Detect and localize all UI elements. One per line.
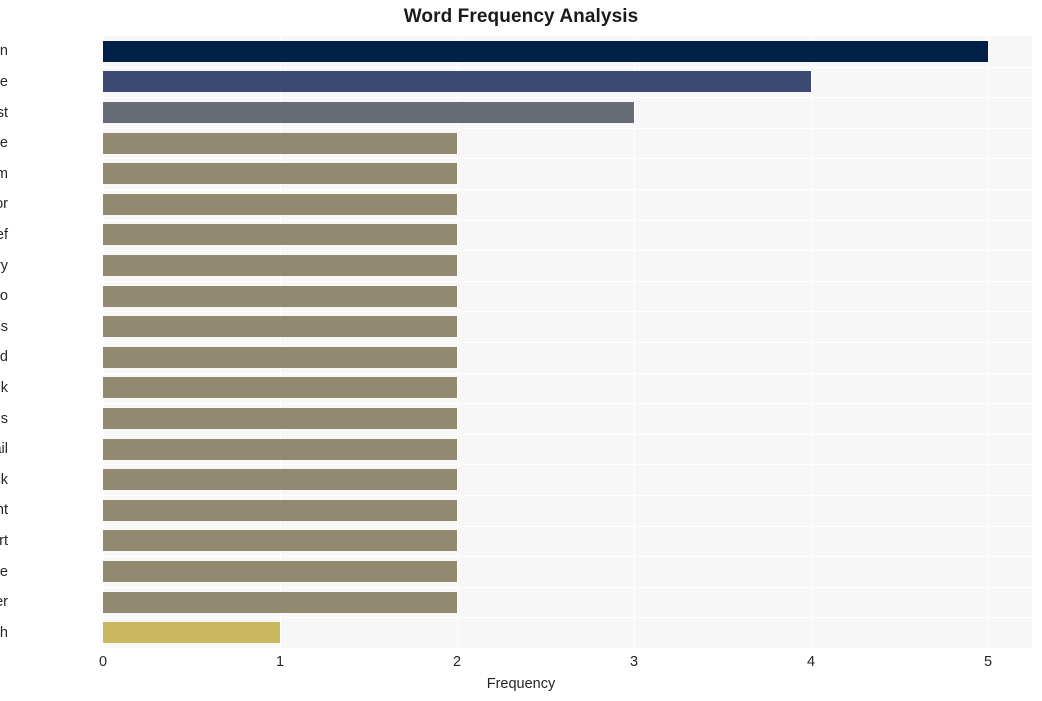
y-axis-tick-label: parent [0,502,8,519]
y-axis-tick-label: thank [0,379,8,396]
y-axis-tick-label: preferences [0,410,8,427]
y-axis-tick-label: hash [0,624,8,641]
y-axis-tick-label: test [0,104,8,121]
x-axis-tick-label: 4 [806,654,816,670]
x-axis-tick-label: 2 [452,654,462,670]
x-axis-tick-label: 0 [98,654,108,670]
y-axis-tick-label: nameberry [0,257,8,274]
x-axis-tick-label: 5 [983,654,993,670]
y-axis-tick-label: sign [0,43,8,60]
y-axis-tick-label: business [0,318,8,335]
x-axis: 0 1 2 3 4 5 Frequency [0,648,1042,701]
x-axis-tick-label: 3 [629,654,639,670]
y-axis-tick-label: read [0,349,8,366]
y-axis-tick-label: kihm [0,165,8,182]
y-axis-tick-label: start [0,532,8,549]
chart-figure: Word Frequency Analysis sign name test soph… [0,0,1042,701]
y-axis-tick-label: name [0,73,8,90]
x-axis-tick-label: 1 [275,654,285,670]
y-axis-tick-label: see [0,563,8,580]
y-axis-tick-label: ceo [0,288,8,305]
y-axis-tick-label: sophie [0,135,8,152]
y-axis-tick-label: email [0,441,8,458]
x-axis-title: Frequency [486,676,556,692]
y-axis-tick-label: click [0,471,8,488]
chart-title: Word Frequency Analysis [403,6,639,27]
y-axis-tick-label: editor [0,196,8,213]
y-axis-tick-label: insider [0,594,8,611]
y-axis-labels: sign name test sophie kihm editor chief nameber… [0,36,1042,648]
y-axis-tick-label: chief [0,226,8,243]
